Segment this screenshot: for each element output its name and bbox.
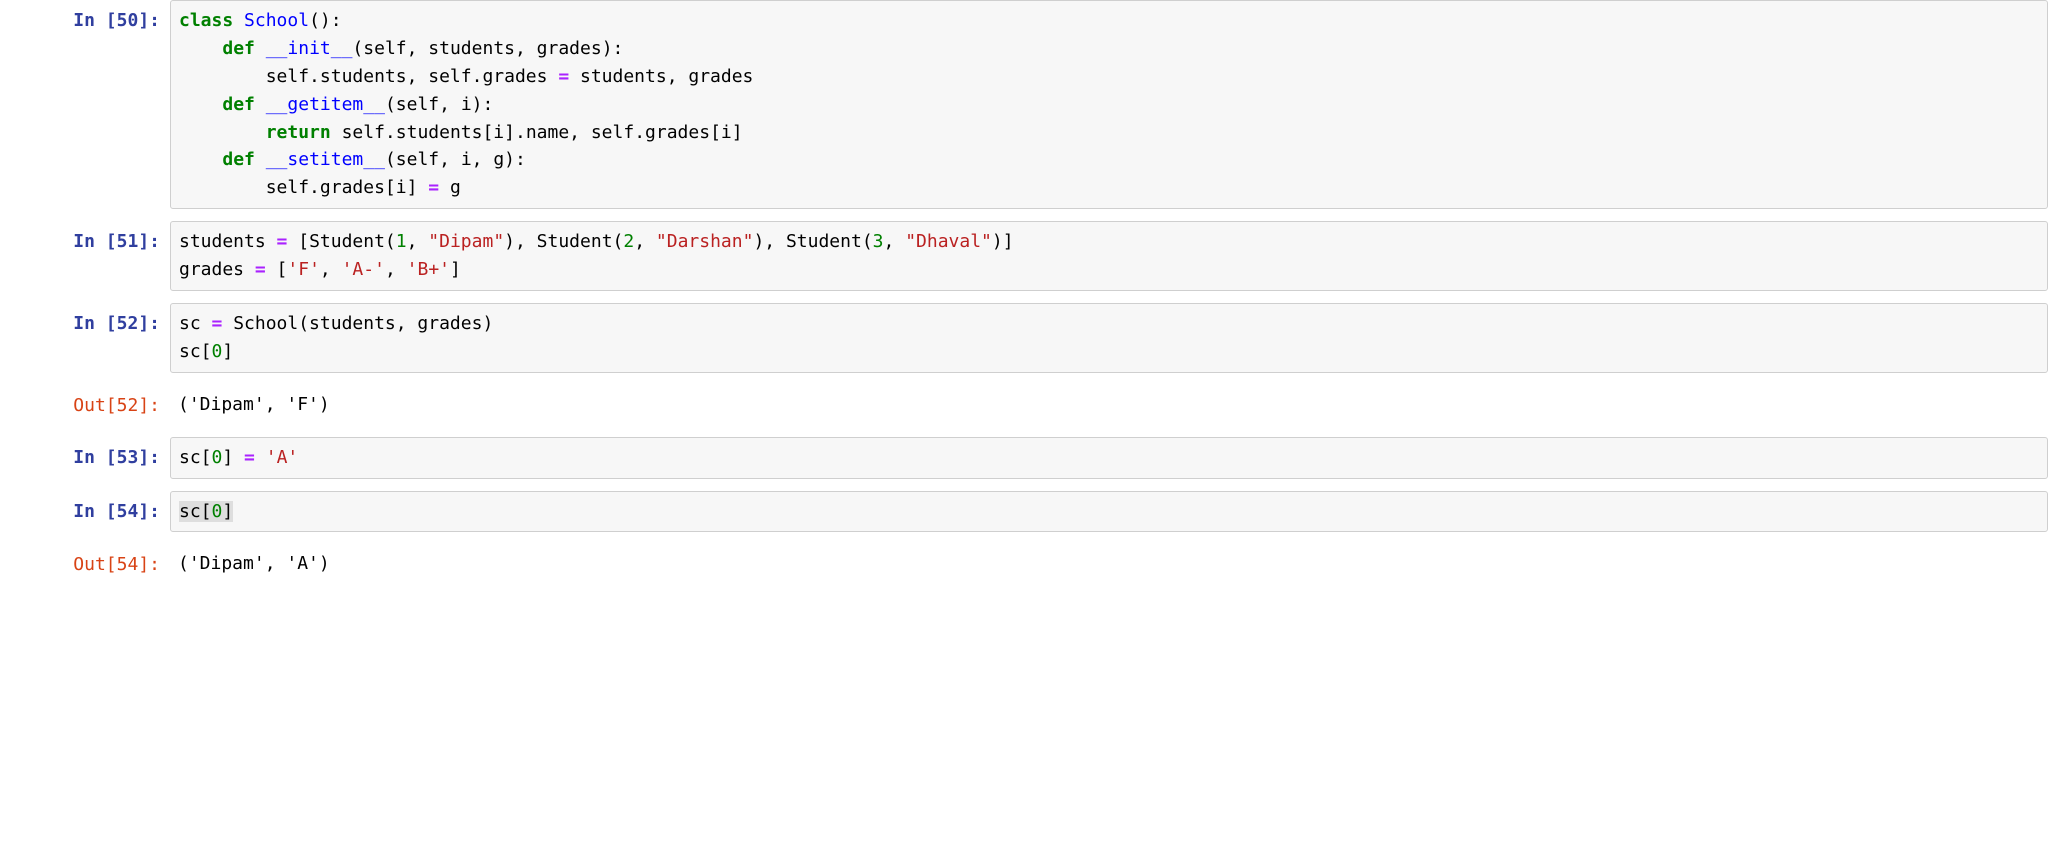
- notebook-container: In [50]:class School(): def __init__(sel…: [0, 0, 2048, 584]
- output-cell: Out[52]:('Dipam', 'F'): [0, 385, 2048, 425]
- input-prompt: In [52]:: [0, 303, 170, 338]
- output-prompt: Out[54]:: [0, 544, 170, 579]
- input-prompt: In [50]:: [0, 0, 170, 35]
- code-input[interactable]: sc = School(students, grades) sc[0]: [170, 303, 2048, 373]
- code-input[interactable]: sc[0] = 'A': [170, 437, 2048, 479]
- output-cell: Out[54]:('Dipam', 'A'): [0, 544, 2048, 584]
- input-cell: In [53]:sc[0] = 'A': [0, 437, 2048, 479]
- output-prompt: Out[52]:: [0, 385, 170, 420]
- input-prompt: In [53]:: [0, 437, 170, 472]
- output-text: ('Dipam', 'A'): [170, 544, 2048, 584]
- code-input[interactable]: students = [Student(1, "Dipam"), Student…: [170, 221, 2048, 291]
- input-prompt: In [51]:: [0, 221, 170, 256]
- input-cell: In [50]:class School(): def __init__(sel…: [0, 0, 2048, 209]
- input-prompt: In [54]:: [0, 491, 170, 526]
- input-cell: In [54]:sc[0]: [0, 491, 2048, 533]
- output-text: ('Dipam', 'F'): [170, 385, 2048, 425]
- code-input[interactable]: sc[0]: [170, 491, 2048, 533]
- code-input[interactable]: class School(): def __init__(self, stude…: [170, 0, 2048, 209]
- input-cell: In [52]:sc = School(students, grades) sc…: [0, 303, 2048, 373]
- input-cell: In [51]:students = [Student(1, "Dipam"),…: [0, 221, 2048, 291]
